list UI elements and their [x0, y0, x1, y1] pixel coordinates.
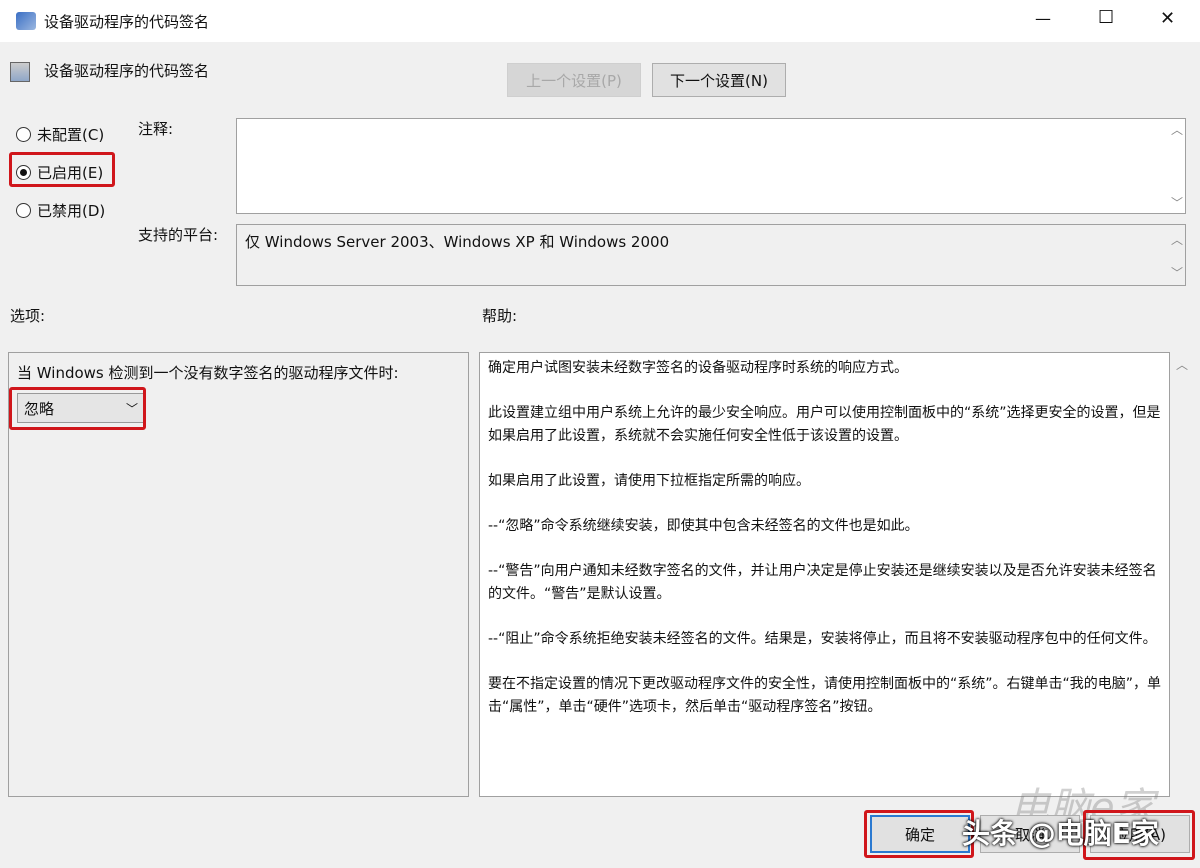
radio-label: 已禁用(D)	[37, 200, 105, 221]
options-prompt: 当 Windows 检测到一个没有数字签名的驱动程序文件时:	[17, 362, 399, 383]
comment-label: 注释:	[138, 118, 173, 139]
comment-textarea[interactable]: ︿﹀	[236, 118, 1186, 214]
help-paragraph: 要在不指定设置的情况下更改驱动程序文件的安全性，请使用控制面板中的“系统”。右键…	[488, 673, 1161, 719]
previous-setting-button[interactable]: 上一个设置(P)	[507, 63, 641, 97]
highlight-enabled	[9, 152, 115, 187]
platform-label: 支持的平台:	[138, 224, 218, 245]
watermark-credit: 头条 @电脑E家	[962, 812, 1159, 852]
platform-value: 仅 Windows Server 2003、Windows XP 和 Windo…	[245, 233, 669, 251]
scroll-down-icon[interactable]: ﹀	[1171, 194, 1183, 211]
scroll-up-icon[interactable]: ︿	[1171, 121, 1183, 138]
radio-label: 未配置(C)	[37, 124, 104, 145]
scroll-down-icon[interactable]: ﹀	[1171, 264, 1183, 281]
title-bar: 设备驱动程序的代码签名 — ☐ ✕	[0, 0, 1200, 42]
app-icon	[16, 12, 36, 30]
policy-icon	[10, 62, 30, 82]
scroll-up-icon[interactable]: ︿	[1171, 231, 1183, 248]
help-panel: 确定用户试图安装未经数字签名的设备驱动程序时系统的响应方式。 此设置建立组中用户…	[479, 352, 1170, 797]
help-paragraph: 此设置建立组中用户系统上允许的最少安全响应。用户可以使用控制面板中的“系统”选择…	[488, 402, 1161, 448]
next-setting-button[interactable]: 下一个设置(N)	[652, 63, 786, 97]
radio-not-configured[interactable]: 未配置(C)	[16, 124, 104, 145]
help-paragraph: 确定用户试图安装未经数字签名的设备驱动程序时系统的响应方式。	[488, 357, 1161, 380]
maximize-button[interactable]: ☐	[1098, 7, 1114, 28]
platform-field: 仅 Windows Server 2003、Windows XP 和 Windo…	[236, 224, 1186, 286]
options-label: 选项:	[10, 305, 45, 326]
minimize-button[interactable]: —	[1035, 9, 1051, 28]
help-paragraph: --“阻止”命令系统拒绝安装未经签名的文件。结果是，安装将停止，而且将不安装驱动…	[488, 628, 1161, 651]
help-paragraph: --“忽略”命令系统继续安装，即使其中包含未经签名的文件也是如此。	[488, 515, 1161, 538]
help-paragraph: --“警告”向用户通知未经数字签名的文件，并让用户决定是停止安装还是继续安装以及…	[488, 560, 1161, 606]
radio-disabled[interactable]: 已禁用(D)	[16, 200, 105, 221]
highlight-dropdown	[9, 387, 146, 430]
close-button[interactable]: ✕	[1160, 8, 1175, 29]
radio-circle	[16, 127, 31, 142]
policy-name: 设备驱动程序的代码签名	[44, 60, 209, 81]
help-label: 帮助:	[482, 305, 517, 326]
window-title: 设备驱动程序的代码签名	[44, 11, 209, 32]
highlight-ok	[864, 810, 974, 858]
radio-circle	[16, 203, 31, 218]
help-paragraph: 如果启用了此设置，请使用下拉框指定所需的响应。	[488, 470, 1161, 493]
help-scroll-up-icon[interactable]: ︿	[1176, 356, 1188, 373]
